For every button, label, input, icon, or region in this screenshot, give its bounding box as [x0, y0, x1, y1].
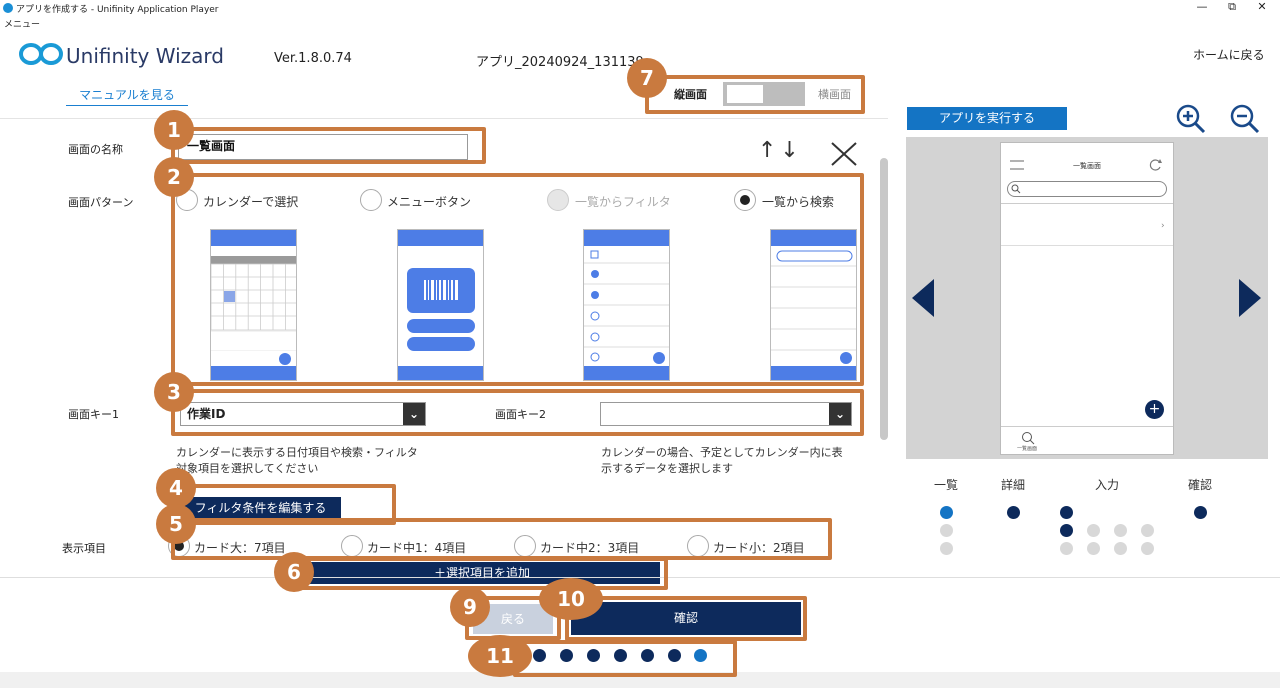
step-dot[interactable]: [1060, 506, 1073, 519]
zoom-out-icon[interactable]: [1228, 102, 1262, 136]
step-dot[interactable]: [940, 524, 953, 537]
badge-5: 5: [156, 504, 196, 544]
next-arrow-icon[interactable]: [1239, 279, 1261, 317]
highlight-box-11: [513, 640, 737, 677]
window-title: アプリを作成する - Unifinity Application Player: [16, 5, 219, 15]
step-dot[interactable]: [1060, 542, 1073, 555]
highlight-box-1: [171, 127, 486, 164]
search-icon: [1011, 184, 1021, 194]
step-dot[interactable]: [940, 542, 953, 555]
step-dot[interactable]: [1141, 542, 1154, 555]
add-fab-icon: +: [1145, 400, 1164, 419]
step-dot[interactable]: [1141, 524, 1154, 537]
search-icon: [1022, 432, 1035, 445]
badge-6: 6: [274, 552, 314, 592]
close-window-icon[interactable]: ✕: [1252, 0, 1272, 14]
chevron-right-icon: ›: [1161, 221, 1165, 231]
step-dot[interactable]: [1007, 506, 1020, 519]
badge-1: 1: [154, 110, 194, 150]
step-label-detail: 詳細: [1001, 478, 1026, 492]
badge-9: 9: [450, 587, 490, 627]
preview-phone: 一覧画面 › + 一覧画面: [1000, 142, 1174, 455]
display-items-label: 表示項目: [62, 542, 106, 555]
step-dot[interactable]: [1060, 524, 1073, 537]
run-app-button[interactable]: アプリを実行する: [907, 107, 1067, 130]
reorder-arrows-icon[interactable]: ↑↓: [758, 138, 803, 163]
step-label-list: 一覧: [934, 478, 959, 492]
badge-3: 3: [154, 372, 194, 412]
step-dot[interactable]: [1087, 542, 1100, 555]
screen-key1-label: 画面キー1: [68, 408, 119, 421]
step-label-input: 入力: [1095, 478, 1120, 492]
step-dot[interactable]: [940, 506, 953, 519]
refresh-icon: [1149, 159, 1162, 171]
manual-link[interactable]: マニュアルを見る: [66, 86, 188, 106]
step-dot[interactable]: [1194, 506, 1207, 519]
step-dot[interactable]: [1114, 542, 1127, 555]
zoom-in-icon[interactable]: [1174, 102, 1208, 136]
app-icon: [3, 3, 13, 13]
highlight-box-2: [171, 173, 864, 386]
maximize-icon[interactable]: ⧉: [1222, 0, 1242, 14]
screen-name-label: 画面の名称: [68, 143, 123, 156]
version-label: Ver.1.8.0.74: [274, 51, 352, 66]
close-icon[interactable]: [830, 141, 858, 167]
home-link[interactable]: ホームに戻る: [1193, 46, 1265, 63]
highlight-box-3: [171, 389, 864, 436]
highlight-box-7: [645, 75, 865, 114]
highlight-box-6: [292, 557, 668, 590]
step-dot[interactable]: [1087, 524, 1100, 537]
badge-4: 4: [156, 468, 196, 508]
step-dot[interactable]: [1114, 524, 1127, 537]
help-text-key2: カレンダーの場合、予定としてカレンダー内に表 示するデータを選択します: [601, 446, 843, 475]
scrollbar[interactable]: [880, 158, 888, 440]
minimize-icon[interactable]: —: [1192, 0, 1212, 14]
step-label-confirm: 確認: [1188, 478, 1213, 492]
screen-pattern-label: 画面パターン: [68, 196, 134, 209]
badge-11: 11: [468, 635, 532, 677]
badge-7: 7: [627, 58, 667, 98]
highlight-box-5: [171, 518, 832, 560]
help-text-key1: カレンダーに表示する日付項目や検索・フィルタ 対象項目を選択してください: [176, 446, 418, 475]
app-name: アプリ_20240924_131139: [476, 55, 644, 70]
preview-title: 一覧画面: [1073, 162, 1101, 170]
divider: [0, 118, 888, 119]
badge-10: 10: [539, 578, 603, 620]
badge-2: 2: [154, 157, 194, 197]
logo-icon: [19, 43, 63, 65]
menu-bar[interactable]: メニュー: [4, 17, 40, 30]
prev-arrow-icon[interactable]: [912, 279, 934, 317]
title-bar: アプリを作成する - Unifinity Application Player …: [0, 0, 1280, 16]
preview-search-box: [1007, 181, 1167, 197]
preview-footer-label: 一覧画面: [1017, 446, 1038, 452]
logo-text: Unifinity Wizard: [66, 44, 224, 68]
